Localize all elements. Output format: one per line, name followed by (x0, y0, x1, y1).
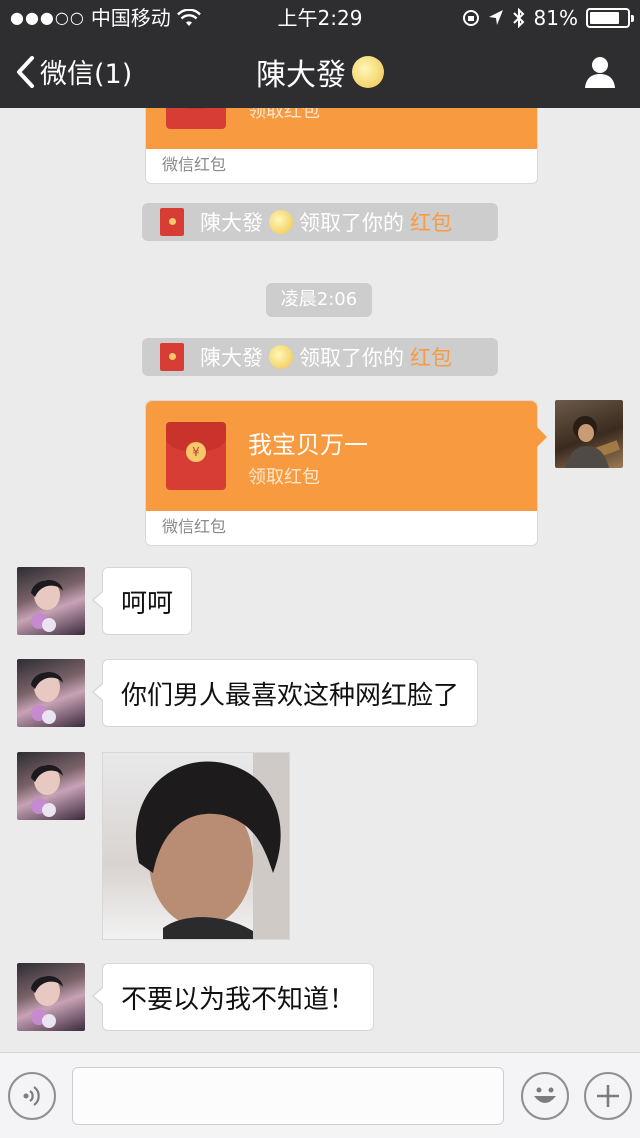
red-packet-sub: 领取红包 (248, 467, 320, 488)
notice-text: 领取了你的 (299, 346, 404, 370)
input-bar (0, 1052, 640, 1138)
red-packet-top: ¥ 我宝贝万一 领取红包 (146, 401, 547, 511)
battery-fill (590, 12, 620, 24)
photo-message[interactable] (102, 752, 290, 940)
nav-bar: 微信(1) 陳大發 (0, 36, 640, 108)
status-right: 81% (462, 0, 634, 36)
plus-icon (597, 1085, 619, 1107)
moon-face-emoji (269, 210, 293, 234)
message-bubble[interactable]: 呵呵 (91, 567, 193, 635)
voice-button[interactable] (8, 1072, 56, 1120)
person-icon[interactable] (582, 54, 618, 90)
red-envelope-icon: ¥ (166, 422, 226, 490)
contact-avatar[interactable] (17, 567, 85, 635)
battery-icon (586, 8, 634, 28)
notice-text: 领取了你的 (299, 211, 404, 235)
system-notice: 陳大發 领取了你的 红包 (142, 338, 498, 376)
voice-icon (23, 1086, 40, 1106)
moon-face-emoji (352, 56, 384, 88)
red-packet-card[interactable]: 领取红包 微信红包 (145, 108, 538, 184)
timestamp: 凌晨2:06 (266, 283, 372, 317)
red-packet-card[interactable]: ¥ 我宝贝万一 领取红包 微信红包 (145, 400, 547, 546)
message-bubble[interactable]: 你们男人最喜欢这种网红脸了 (91, 659, 479, 727)
smiley-icon (534, 1087, 556, 1103)
message-bubble[interactable]: 不要以为我不知道！ (91, 963, 375, 1031)
bluetooth-icon (512, 8, 524, 28)
red-envelope-icon (166, 108, 226, 129)
red-packet-title: 我宝贝万一 (248, 431, 368, 459)
contact-name: 陳大發 (256, 58, 346, 93)
red-envelope-icon (160, 343, 184, 371)
contact-avatar[interactable] (17, 752, 85, 820)
yuan-coin-icon: ¥ (186, 442, 206, 462)
red-envelope-icon (160, 208, 184, 236)
emoji-button[interactable] (521, 1072, 569, 1120)
status-bar: ●●●○○ 中国移动 上午2:29 81% (0, 0, 640, 36)
chat-title: 陳大發 (0, 50, 640, 94)
message-text: 你们男人最喜欢这种网红脸了 (121, 680, 460, 711)
moon-face-emoji (269, 345, 293, 369)
location-arrow-icon (488, 10, 503, 25)
red-packet-top: 领取红包 (146, 108, 537, 149)
top-bar: ●●●○○ 中国移动 上午2:29 81% 微信(1) 陳大發 (0, 0, 640, 108)
add-button[interactable] (584, 1072, 632, 1120)
message-text: 呵呵 (121, 588, 174, 619)
contact-avatar[interactable] (17, 963, 85, 1031)
red-packet-link[interactable]: 红包 (410, 207, 452, 237)
chat-area[interactable]: 领取红包 微信红包 陳大發 领取了你的 红包 凌晨2:06 陳大發 领取了你的 红包… (0, 108, 640, 1052)
notice-name: 陳大發 (200, 211, 263, 235)
notice-name: 陳大發 (200, 346, 263, 370)
system-notice: 陳大發 领取了你的 红包 (142, 203, 498, 241)
message-text: 不要以为我不知道！ (121, 984, 356, 1015)
red-packet-footer: 微信红包 (162, 155, 227, 174)
message-input[interactable] (72, 1067, 504, 1125)
red-packet-sub: 领取红包 (248, 108, 320, 122)
bubble-tail (537, 427, 547, 447)
contact-avatar[interactable] (17, 659, 85, 727)
my-avatar[interactable] (555, 400, 623, 468)
battery-percent: 81% (533, 6, 578, 30)
red-packet-footer: 微信红包 (162, 517, 227, 536)
red-packet-link[interactable]: 红包 (410, 342, 452, 372)
rotation-lock-icon (462, 10, 479, 26)
